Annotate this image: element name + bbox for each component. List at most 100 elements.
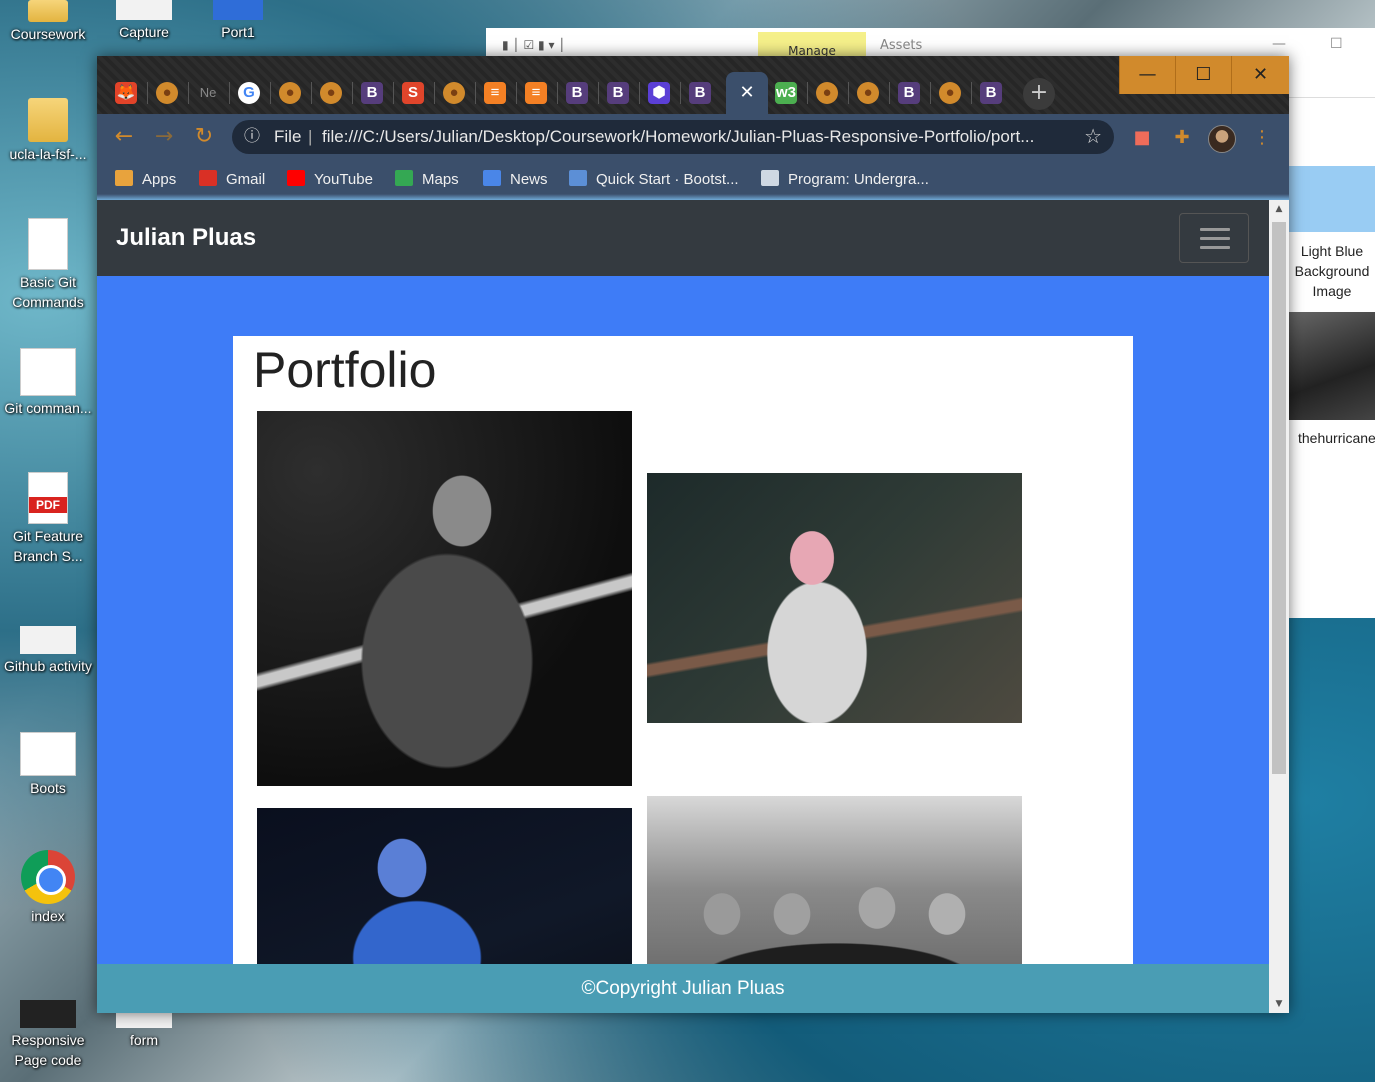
firefox-icon[interactable]: ● — [443, 82, 465, 104]
bookmark-youtube[interactable]: YouTube — [287, 170, 373, 190]
file-label[interactable]: thehurricane — [1289, 428, 1375, 448]
puzzle-extensions-icon[interactable]: ✚ — [1170, 126, 1194, 150]
bootstrap-icon[interactable]: B — [566, 82, 588, 104]
maximize-button[interactable]: ☐ — [1175, 56, 1231, 94]
desktop-icon-port1[interactable]: Port1 — [190, 0, 286, 42]
bootstrap-icon[interactable]: B — [689, 82, 711, 104]
more-menu-icon[interactable]: ⋮ — [1250, 126, 1274, 150]
scrollbar-thumb[interactable] — [1272, 222, 1286, 774]
bookmark-label: Gmail — [226, 171, 266, 188]
tab-separator — [311, 82, 312, 104]
desktop-icon-git-feature[interactable]: PDF Git Feature Branch S... — [0, 472, 96, 566]
file-label[interactable]: Light Blue Background Image — [1289, 241, 1375, 301]
bookmark-label: News — [510, 171, 548, 188]
explorer-minimize-button[interactable]: — — [1272, 36, 1286, 52]
desktop-icon-label: Git comman... — [4, 400, 92, 416]
firefox-icon[interactable]: ● — [320, 82, 342, 104]
bookmark-apps[interactable]: Apps — [115, 170, 176, 190]
desktop-icon-label: Basic Git Commands — [12, 274, 84, 310]
youtube-icon — [287, 170, 305, 186]
hexagon-icon[interactable]: ⬢ — [648, 82, 670, 104]
bootstrap-icon[interactable]: B — [607, 82, 629, 104]
navbar-toggler-button[interactable] — [1179, 213, 1249, 263]
desktop-icon-label: Github activity — [4, 658, 92, 674]
gitlab-icon[interactable]: 🦊 — [115, 82, 137, 104]
hamburger-line — [1200, 228, 1230, 231]
close-window-button[interactable]: ✕ — [1231, 56, 1289, 94]
bookmark-quick[interactable]: Quick Start · Bootst... — [569, 170, 739, 190]
quick-access-toolbar[interactable]: ▮ │ ☑ ▮ ▾ │ — [502, 38, 566, 52]
new-tab-button[interactable]: + — [1023, 78, 1055, 110]
desktop-icon-boots[interactable]: Boots — [0, 732, 96, 798]
new-tab-icon[interactable]: Ne — [197, 82, 219, 104]
firefox-icon[interactable]: ● — [156, 82, 178, 104]
desktop-icon-index[interactable]: index — [0, 850, 96, 926]
text-file-icon — [28, 218, 68, 270]
desktop-icon-label: Boots — [30, 780, 66, 796]
bookmark-star-icon[interactable]: ☆ — [1084, 120, 1102, 154]
address-divider: | — [308, 127, 313, 146]
desktop-icon-responsive[interactable]: Responsive Page code — [0, 1000, 96, 1070]
tab-active[interactable]: ✕ — [726, 72, 768, 114]
stackoverflow-icon[interactable]: ≡ — [484, 82, 506, 104]
bookmark-news[interactable]: News — [483, 170, 548, 190]
bookmark-program[interactable]: Program: Undergra... — [761, 170, 929, 190]
desktop-icon-coursework[interactable]: Coursework — [0, 0, 96, 44]
site-footer: ©Copyright Julian Pluas — [97, 964, 1269, 1013]
tab-separator — [598, 82, 599, 104]
scroll-up-arrow-icon[interactable]: ▲ — [1269, 200, 1289, 218]
bootstrap-icon[interactable]: B — [898, 82, 920, 104]
folder-icon — [28, 98, 68, 142]
navbar-brand[interactable]: Julian Pluas — [116, 222, 256, 254]
bootstrap-icon[interactable]: B — [361, 82, 383, 104]
image-thumbnail[interactable] — [1289, 166, 1375, 232]
bookmark-label: Quick Start · Bootst... — [596, 171, 739, 188]
program-icon — [761, 170, 779, 186]
firefox-icon[interactable]: ● — [816, 82, 838, 104]
page-title: Portfolio — [253, 342, 437, 398]
image-thumbnail[interactable] — [1289, 312, 1375, 420]
reload-icon[interactable]: ↻ — [191, 124, 217, 150]
w3schools-icon[interactable]: w3 — [775, 82, 797, 104]
image-file-icon — [116, 0, 172, 20]
bookmark-gmail[interactable]: Gmail — [199, 170, 265, 190]
bookmark-label: YouTube — [314, 171, 373, 188]
news-icon — [483, 170, 501, 186]
forward-icon[interactable]: → — [151, 124, 177, 150]
scroll-down-arrow-icon[interactable]: ▼ — [1269, 995, 1289, 1013]
desktop-icon-ucla[interactable]: ucla-la-fsf-... — [0, 98, 96, 164]
bootstrap-icon — [569, 170, 587, 186]
desktop-icon-git-commands[interactable]: Git comman... — [0, 348, 96, 418]
extension-icon[interactable]: ■ — [1130, 126, 1154, 150]
tab-separator — [475, 82, 476, 104]
firefox-icon[interactable]: ● — [857, 82, 879, 104]
desktop-icon-basic-git[interactable]: Basic Git Commands — [0, 218, 96, 312]
stackoverflow-icon[interactable]: ≡ — [525, 82, 547, 104]
sololearn-icon[interactable]: S — [402, 82, 424, 104]
desktop-icon-form[interactable]: form — [96, 1008, 192, 1050]
profile-avatar[interactable] — [1208, 125, 1236, 153]
bootstrap-icon[interactable]: B — [980, 82, 1002, 104]
close-tab-icon[interactable]: ✕ — [726, 72, 768, 114]
tab-separator — [516, 82, 517, 104]
back-icon[interactable]: ← — [111, 124, 137, 150]
explorer-maximize-button[interactable]: ☐ — [1330, 36, 1343, 52]
address-url[interactable]: file:///C:/Users/Julian/Desktop/Coursewo… — [322, 120, 1072, 154]
desktop-icon-github-activity[interactable]: Github activity — [0, 626, 96, 676]
page-scrollbar[interactable]: ▲ ▼ — [1269, 200, 1289, 1013]
firefox-icon[interactable]: ● — [939, 82, 961, 104]
tab-separator — [352, 82, 353, 104]
address-bar[interactable]: ⓘ File | file:///C:/Users/Julian/Desktop… — [232, 120, 1114, 154]
firefox-icon[interactable]: ● — [279, 82, 301, 104]
bassist-photo — [647, 473, 1022, 723]
window-title: Assets — [880, 38, 923, 53]
tab-separator — [557, 82, 558, 104]
tab-separator — [971, 82, 972, 104]
bookmark-maps[interactable]: Maps — [395, 170, 459, 190]
info-icon[interactable]: ⓘ — [244, 120, 266, 154]
bookmark-label: Maps — [422, 171, 459, 188]
tab-separator — [434, 82, 435, 104]
google-icon[interactable]: G — [238, 82, 260, 104]
desktop-icon-capture[interactable]: Capture — [96, 0, 192, 42]
minimize-button[interactable]: — — [1119, 56, 1175, 94]
